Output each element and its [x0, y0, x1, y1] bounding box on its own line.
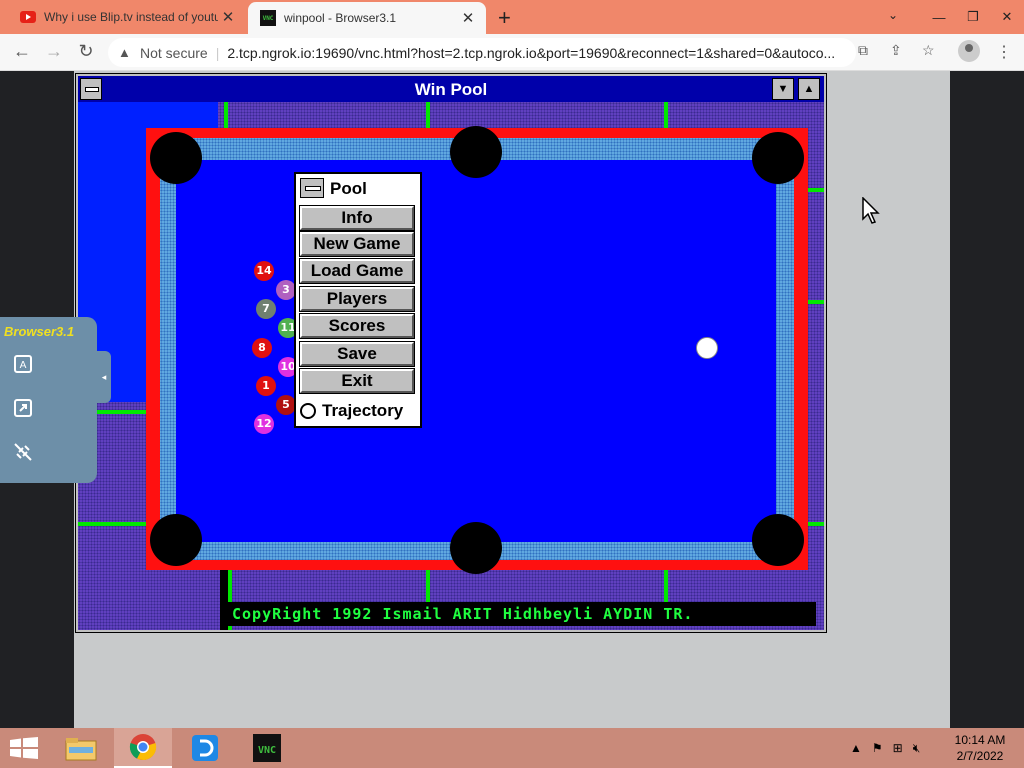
- window-controls: — ❐ ✕: [922, 0, 1024, 34]
- tab-title: winpool - Browser3.1: [284, 11, 397, 25]
- copyright-banner: CopyRight 1992 Ismail ARIT Hidhbeyli AYD…: [226, 602, 816, 626]
- window-titlebar[interactable]: Win Pool ▼ ▲: [78, 76, 824, 102]
- clock-time: 10:14 AM: [954, 733, 1006, 747]
- ball-1: 1: [256, 376, 276, 396]
- windows-start-icon[interactable]: [10, 737, 38, 759]
- info-button[interactable]: Info: [299, 205, 415, 231]
- security-label[interactable]: Not secure: [140, 45, 208, 61]
- svg-text:A: A: [20, 360, 27, 371]
- youtube-icon: [20, 9, 36, 25]
- decor-line: [808, 522, 824, 526]
- cue-ball[interactable]: [696, 337, 718, 359]
- new-game-button[interactable]: New Game: [299, 231, 415, 257]
- load-game-button[interactable]: Load Game: [299, 258, 415, 284]
- pocket-top-right: [752, 132, 804, 184]
- share-icon[interactable]: ⇪: [890, 42, 902, 59]
- dialog-titlebar[interactable]: Pool: [296, 174, 420, 202]
- page-content: Win Pool ▼ ▲ 14 3 7 11 8 10 1 5 12 CopyR…: [0, 71, 1024, 728]
- chrome-icon[interactable]: [114, 728, 172, 768]
- decor-line: [426, 102, 430, 128]
- browser-tab-strip: Why i use Blip.tv instead of youtu ✕ VNC…: [0, 0, 1024, 34]
- close-tab-icon[interactable]: ✕: [218, 8, 238, 26]
- minimize-icon[interactable]: —: [922, 10, 956, 25]
- pocket-top-middle: [450, 126, 502, 178]
- tab-youtube[interactable]: Why i use Blip.tv instead of youtu ✕: [8, 0, 246, 34]
- panel-collapse-handle[interactable]: ◂: [97, 351, 111, 403]
- divider: |: [215, 44, 220, 61]
- save-button[interactable]: Save: [299, 341, 415, 367]
- more-menu-icon[interactable]: ⋮: [996, 42, 1012, 62]
- trajectory-label: Trajectory: [322, 401, 404, 420]
- pocket-top-left: [150, 132, 202, 184]
- restore-icon[interactable]: ❐: [956, 9, 990, 25]
- decor-line: [808, 188, 824, 192]
- ball-7: 7: [256, 299, 276, 319]
- bookmark-star-icon[interactable]: ☆: [922, 42, 935, 59]
- tray-overflow-icon[interactable]: ▲: [850, 741, 862, 755]
- ball-5: 5: [276, 395, 296, 415]
- app-d-icon[interactable]: [176, 728, 234, 768]
- vnc-icon: VNC: [260, 10, 276, 26]
- warning-icon[interactable]: ▲: [118, 45, 136, 60]
- volume-muted-icon[interactable]: 🔇︎: [913, 741, 921, 756]
- browser-toolbar: ← → ↻ ▲ Not secure | 2.tcp.ngrok.io:1969…: [0, 34, 1024, 71]
- system-tray: ▲ ⚑ ⊞ 🔇︎: [850, 728, 920, 768]
- new-tab-button[interactable]: +: [498, 5, 511, 31]
- decor-line: [808, 300, 824, 304]
- winpool-window: Win Pool ▼ ▲ 14 3 7 11 8 10 1 5 12 CopyR…: [75, 73, 827, 633]
- vnc-taskbar-icon[interactable]: VNC: [238, 728, 296, 768]
- tab-title: Why i use Blip.tv instead of youtu: [44, 10, 218, 24]
- fullscreen-icon[interactable]: [8, 393, 38, 423]
- svg-text:VNC: VNC: [258, 745, 276, 756]
- window-title: Win Pool: [414, 80, 488, 99]
- pocket-bottom-middle: [450, 522, 502, 574]
- ball-3: 3: [276, 280, 296, 300]
- close-tab-icon[interactable]: ✕: [458, 9, 478, 27]
- action-center-flag-icon[interactable]: ⚑: [872, 741, 883, 755]
- browser31-brand: Browser3.1: [4, 324, 75, 339]
- dialog-system-menu-icon[interactable]: [300, 178, 324, 198]
- trajectory-radio[interactable]: [300, 403, 316, 419]
- decor-line: [78, 522, 146, 526]
- open-in-new-icon[interactable]: ⧉: [858, 42, 868, 59]
- reload-icon[interactable]: ↻: [74, 41, 98, 62]
- ball-14: 14: [254, 261, 274, 281]
- ball-12: 12: [254, 414, 274, 434]
- browser31-side-panel: Browser3.1 A: [0, 317, 97, 483]
- back-icon[interactable]: ←: [10, 41, 34, 62]
- pool-menu-dialog: Pool Info New Game Load Game Players Sco…: [294, 172, 422, 428]
- profile-avatar-icon[interactable]: [958, 40, 980, 62]
- players-button[interactable]: Players: [299, 286, 415, 312]
- network-icon[interactable]: ⊞: [893, 741, 903, 755]
- decor-line: [664, 570, 668, 604]
- exit-button[interactable]: Exit: [299, 368, 415, 394]
- minimize-icon[interactable]: ▼: [772, 78, 794, 100]
- mouse-cursor-icon: [862, 196, 880, 230]
- url-text[interactable]: 2.tcp.ngrok.io:19690/vnc.html?host=2.tcp…: [227, 45, 856, 61]
- keyboard-icon[interactable]: A: [8, 349, 38, 379]
- decor-line: [664, 102, 668, 128]
- ball-8: 8: [252, 338, 272, 358]
- pocket-bottom-right: [752, 514, 804, 566]
- clock-date: 2/7/2022: [956, 749, 1004, 763]
- dialog-title: Pool: [330, 179, 367, 198]
- windows-taskbar: VNC ▲ ⚑ ⊞ 🔇︎ 10:14 AM 2/7/2022: [0, 728, 1024, 768]
- close-window-icon[interactable]: ✕: [990, 9, 1024, 25]
- tab-search-icon[interactable]: ⌄: [888, 8, 898, 22]
- trajectory-option[interactable]: Trajectory: [300, 399, 403, 423]
- forward-icon[interactable]: →: [42, 41, 66, 62]
- taskbar-clock[interactable]: 10:14 AM 2/7/2022: [950, 732, 1010, 764]
- tab-winpool[interactable]: VNC winpool - Browser3.1 ✕: [248, 2, 486, 34]
- pocket-bottom-left: [150, 514, 202, 566]
- file-explorer-icon[interactable]: [52, 728, 110, 768]
- decor-line: [224, 102, 228, 128]
- scores-button[interactable]: Scores: [299, 313, 415, 339]
- decor-line: [426, 570, 430, 604]
- address-bar[interactable]: ▲ Not secure | 2.tcp.ngrok.io:19690/vnc.…: [108, 38, 856, 67]
- maximize-icon[interactable]: ▲: [798, 78, 820, 100]
- disconnect-icon[interactable]: [8, 437, 38, 467]
